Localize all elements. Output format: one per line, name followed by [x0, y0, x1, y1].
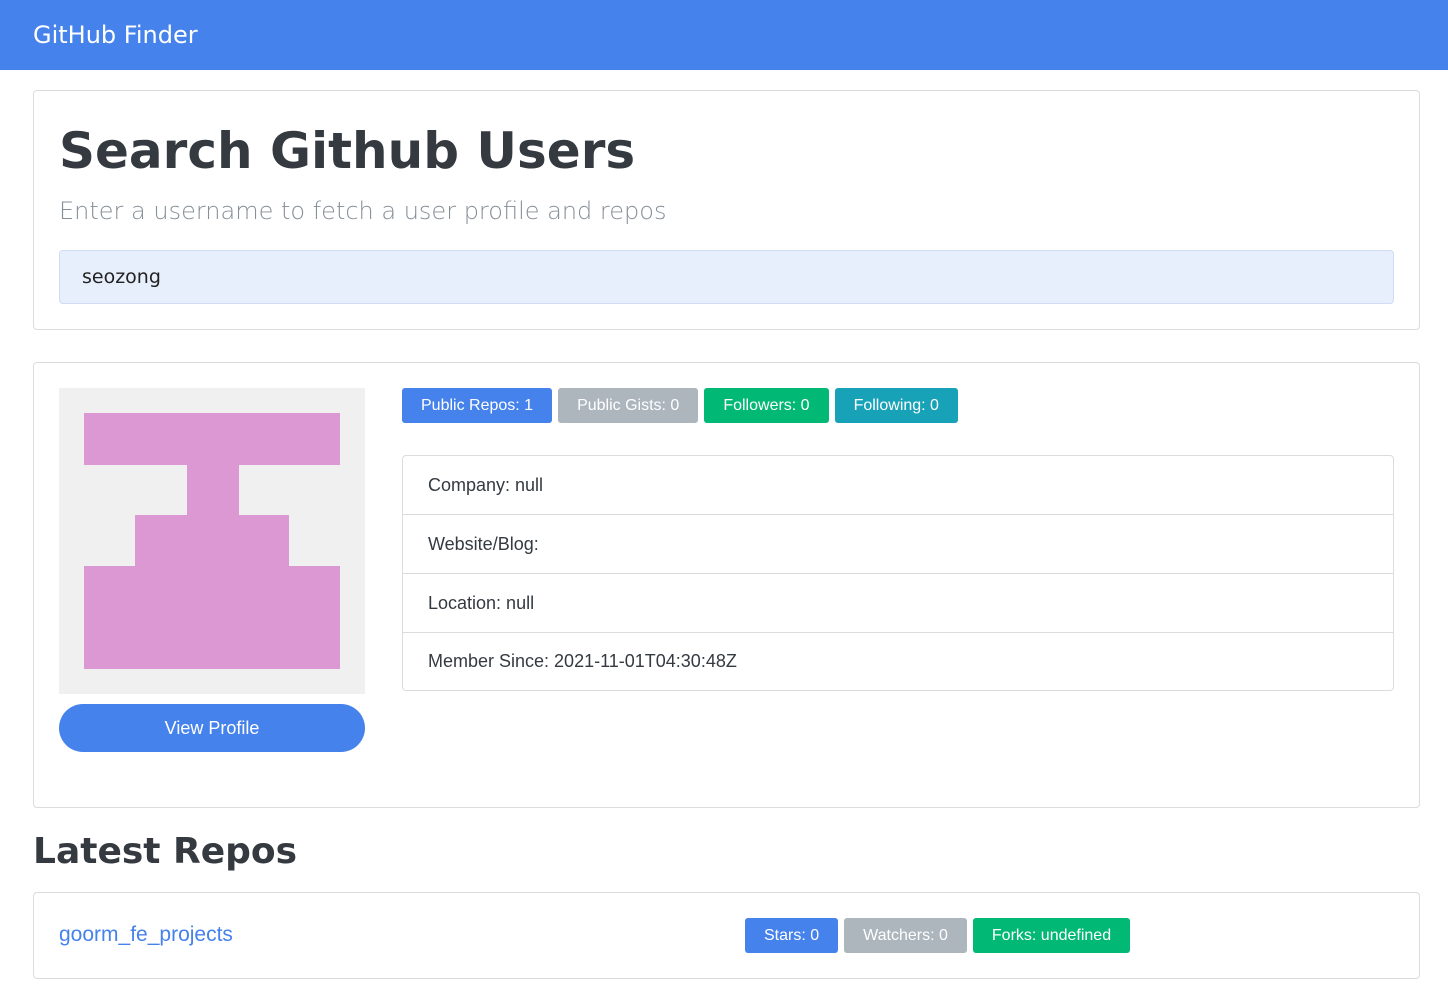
profile-info-list: Company: null Website/Blog: Location: nu… [402, 455, 1394, 691]
public-repos-badge: Public Repos: 1 [402, 388, 553, 423]
following-badge: Following: 0 [834, 388, 958, 423]
profile-badges: Public Repos: 1 Public Gists: 0 Follower… [402, 388, 958, 423]
repo-link[interactable]: goorm_fe_projects [59, 921, 233, 949]
followers-badge: Followers: 0 [704, 388, 829, 423]
company-item: Company: null [403, 456, 1393, 515]
website-item: Website/Blog: [403, 515, 1393, 574]
member-since-item: Member Since: 2021-11-01T04:30:48Z [428, 651, 737, 671]
avatar [59, 388, 365, 694]
latest-repos-title: Latest Repos [33, 831, 298, 872]
navbar: GitHub Finder [0, 0, 1448, 70]
stars-badge: Stars: 0 [745, 918, 839, 953]
profile-card: View Profile Public Repos: 1 Public Gist… [33, 362, 1420, 808]
search-input[interactable] [59, 250, 1394, 304]
watchers-badge: Watchers: 0 [844, 918, 967, 953]
repo-card: goorm_fe_projects Stars: 0 Watchers: 0 F… [33, 892, 1420, 979]
page-title: Search Github Users [59, 122, 636, 180]
public-gists-badge: Public Gists: 0 [558, 388, 699, 423]
page-subtitle: Enter a username to fetch a user profile… [59, 197, 667, 225]
brand-link[interactable]: GitHub Finder [33, 19, 198, 51]
view-profile-button[interactable]: View Profile [59, 704, 365, 752]
location-item: Location: null [403, 574, 1393, 633]
identicon-avatar-icon [59, 388, 365, 694]
forks-badge: Forks: undefined [972, 918, 1131, 953]
search-card: Search Github Users Enter a username to … [33, 90, 1420, 330]
repo-badges: Stars: 0 Watchers: 0 Forks: undefined [745, 918, 1131, 953]
